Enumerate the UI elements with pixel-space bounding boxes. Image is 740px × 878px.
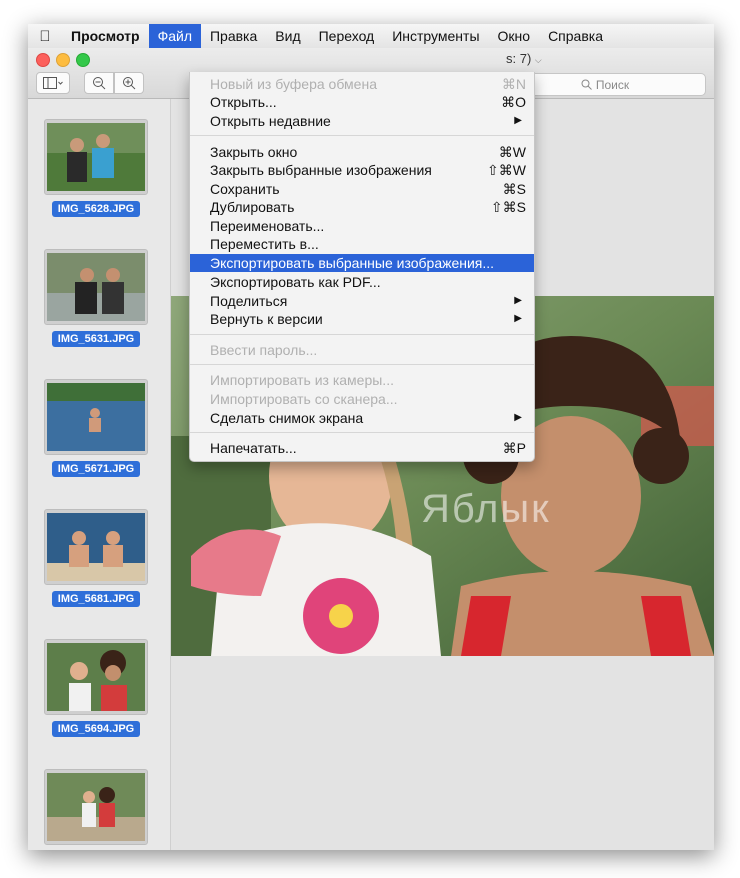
chevron-down-icon: ⌵ — [534, 55, 542, 65]
menu-window[interactable]: Окно — [489, 24, 540, 48]
menu-separator — [190, 364, 534, 365]
menu-item-take-screenshot[interactable]: Сделать снимок экрана ▶ — [190, 409, 534, 427]
submenu-arrow-icon: ▶ — [514, 313, 522, 324]
thumbnail-item[interactable]: IMG_5628.JPG — [44, 119, 148, 217]
menu-item-open[interactable]: Открыть... ⌘O — [190, 93, 534, 111]
menu-item-share[interactable]: Поделиться ▶ — [190, 292, 534, 310]
submenu-arrow-icon: ▶ — [514, 412, 522, 423]
zoom-out-icon — [93, 77, 106, 90]
menu-separator — [190, 334, 534, 335]
thumbnail-item[interactable]: IMG_5681.JPG — [44, 509, 148, 607]
menu-item-open-recent[interactable]: Открыть недавние ▶ — [190, 112, 534, 130]
thumbnail-sidebar[interactable]: IMG_5628.JPG IMG_5631.JPG IMG_5671.JPG I… — [28, 99, 171, 850]
menu-item-save[interactable]: Сохранить ⌘S — [190, 180, 534, 198]
search-placeholder: Поиск — [595, 77, 630, 92]
menu-item-enter-password[interactable]: Ввести пароль... — [190, 341, 534, 359]
menu-item-export-pdf[interactable]: Экспортировать как PDF... — [190, 273, 534, 291]
watermark-text: Яблык — [421, 487, 551, 531]
thumbnail-label: IMG_5671.JPG — [52, 461, 140, 477]
menu-item-close-window[interactable]: Закрыть окно ⌘W — [190, 143, 534, 161]
close-button[interactable] — [36, 53, 50, 67]
sidebar-icon — [43, 77, 63, 89]
thumbnail-label: IMG_5631.JPG — [52, 331, 140, 347]
menu-separator — [190, 432, 534, 433]
menu-bar:  Просмотр Файл Правка Вид Переход Инстр… — [28, 24, 714, 49]
menu-item-duplicate[interactable]: Дублировать ⇧⌘S — [190, 198, 534, 216]
thumbnail-frame — [44, 119, 148, 195]
zoom-button[interactable] — [76, 53, 90, 67]
menu-go[interactable]: Переход — [310, 24, 384, 48]
menu-item-print[interactable]: Напечатать... ⌘P — [190, 439, 534, 457]
menu-item-move-to[interactable]: Переместить в... — [190, 235, 534, 253]
thumbnail-frame — [44, 379, 148, 455]
thumbnail-image — [47, 643, 145, 711]
thumbnail-frame — [44, 639, 148, 715]
submenu-arrow-icon: ▶ — [514, 115, 522, 126]
menu-file[interactable]: Файл — [148, 24, 201, 48]
thumbnail-item[interactable]: IMG_5694.JPG — [44, 639, 148, 737]
window-title: s: 7) ⌵ — [506, 51, 542, 66]
zoom-out-button[interactable] — [84, 72, 114, 94]
thumbnail-image — [47, 123, 145, 191]
preview-window:  Просмотр Файл Правка Вид Переход Инстр… — [28, 24, 714, 850]
menu-item-import-camera[interactable]: Импортировать из камеры... — [190, 371, 534, 389]
file-menu-dropdown: Новый из буфера обмена ⌘N Открыть... ⌘O От… — [189, 72, 535, 462]
thumbnail-item[interactable]: IMG_5671.JPG — [44, 379, 148, 477]
menu-item-close-selected[interactable]: Закрыть выбранные изображения ⇧⌘W — [190, 161, 534, 179]
submenu-arrow-icon: ▶ — [514, 295, 522, 306]
menu-app[interactable]: Просмотр — [62, 24, 149, 48]
thumbnail-item[interactable] — [44, 769, 148, 850]
menu-item-export-selected[interactable]: Экспортировать выбранные изображения... — [190, 254, 534, 272]
menu-view[interactable]: Вид — [266, 24, 309, 48]
thumbnail-image — [47, 513, 145, 581]
apple-icon[interactable]:  — [28, 28, 62, 45]
thumbnail-label: IMG_5681.JPG — [52, 591, 140, 607]
menu-edit[interactable]: Правка — [201, 24, 266, 48]
thumbnail-label: IMG_5628.JPG — [52, 201, 140, 217]
thumbnail-label: IMG_5694.JPG — [52, 721, 140, 737]
thumbnail-frame — [44, 769, 148, 845]
sidebar-toggle-button[interactable] — [36, 72, 70, 94]
thumbnail-image — [47, 773, 145, 841]
zoom-in-icon — [123, 77, 136, 90]
thumbnail-image — [47, 253, 145, 321]
minimize-button[interactable] — [56, 53, 70, 67]
thumbnail-image — [47, 383, 145, 451]
thumbnail-item[interactable]: IMG_5631.JPG — [44, 249, 148, 347]
search-icon — [581, 79, 592, 90]
menu-item-rename[interactable]: Переименовать... — [190, 217, 534, 235]
menu-item-new-from-clipboard[interactable]: Новый из буфера обмена ⌘N — [190, 75, 534, 93]
thumbnail-frame — [44, 509, 148, 585]
menu-help[interactable]: Справка — [539, 24, 612, 48]
menu-tools[interactable]: Инструменты — [383, 24, 488, 48]
menu-item-revert[interactable]: Вернуть к версии ▶ — [190, 310, 534, 328]
menu-separator — [190, 135, 534, 136]
thumbnail-frame — [44, 249, 148, 325]
menu-item-import-scanner[interactable]: Импортировать со сканера... — [190, 390, 534, 408]
zoom-in-button[interactable] — [114, 72, 144, 94]
